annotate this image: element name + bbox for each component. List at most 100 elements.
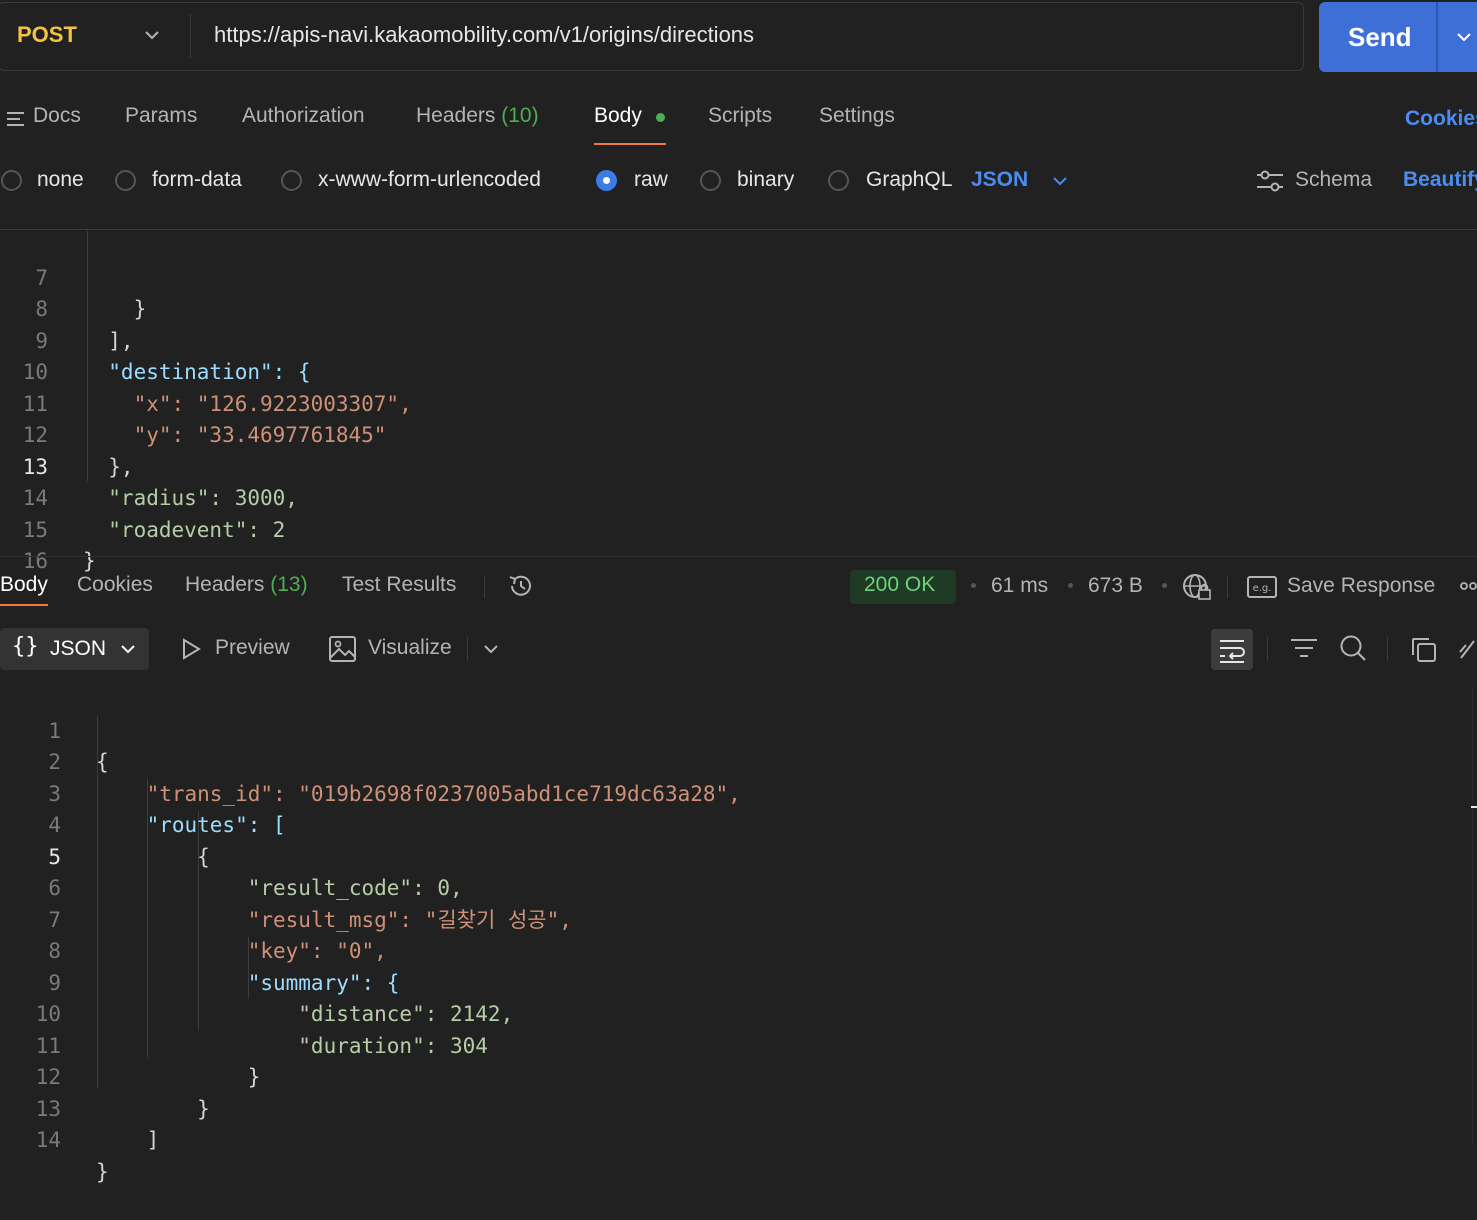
radio-form-data-label[interactable]: form-data bbox=[152, 168, 242, 192]
radio-binary[interactable] bbox=[700, 170, 721, 191]
tab-headers[interactable]: Headers (10) bbox=[416, 104, 539, 128]
send-options-chevron-icon[interactable] bbox=[1455, 28, 1473, 46]
radio-form-data[interactable] bbox=[115, 170, 136, 191]
code-line: 7 "key": "0", bbox=[0, 873, 1470, 964]
code-line: 8 "summary": { bbox=[0, 905, 1470, 995]
raw-format-select[interactable]: JSON bbox=[971, 168, 1028, 192]
code-text: } bbox=[96, 1159, 109, 1184]
code-line: 8 ], bbox=[0, 263, 1477, 353]
code-line: 10 "duration": 304 bbox=[0, 968, 1470, 1058]
radio-urlencoded[interactable] bbox=[281, 170, 302, 191]
schema-icon[interactable] bbox=[1256, 169, 1284, 193]
response-body-viewer[interactable]: 1 { 2 "trans_id": "019b2698f0237005abd1c… bbox=[0, 684, 1470, 1184]
code-line: 16 bbox=[0, 515, 1477, 573]
response-tab-body[interactable]: Body bbox=[0, 573, 48, 597]
section-divider bbox=[0, 229, 1477, 230]
meta-separator bbox=[1162, 583, 1167, 588]
code-line: 9 "destination": { bbox=[0, 294, 1477, 385]
tab-authorization[interactable]: Authorization bbox=[242, 104, 365, 128]
radio-none[interactable] bbox=[1, 170, 22, 191]
tab-params[interactable]: Params bbox=[125, 104, 197, 128]
code-line: 12 }, bbox=[0, 389, 1477, 479]
code-line: 13 "radius": 3000, bbox=[0, 420, 1477, 511]
radio-graphql-label[interactable]: GraphQL bbox=[866, 168, 952, 192]
scrollbar-track[interactable] bbox=[1472, 686, 1473, 1145]
response-tab-headers-count: (13) bbox=[270, 573, 308, 596]
chevron-down-icon[interactable] bbox=[143, 26, 161, 44]
code-line: 5 "result_code": 0, bbox=[0, 810, 1470, 901]
wrap-lines-icon[interactable] bbox=[1218, 636, 1246, 664]
response-tab-underline bbox=[0, 604, 48, 606]
search-icon[interactable] bbox=[1339, 634, 1367, 662]
copy-icon[interactable] bbox=[1410, 636, 1438, 664]
tab-settings[interactable]: Settings bbox=[819, 104, 895, 128]
tab-headers-count: (10) bbox=[501, 104, 539, 127]
schema-button[interactable]: Schema bbox=[1295, 168, 1372, 192]
code-line: 11 } bbox=[0, 999, 1470, 1090]
tab-body-underline bbox=[594, 143, 666, 145]
code-line: 10 "x": "126.9223003307", bbox=[0, 326, 1477, 416]
code-line: 3 "routes": [ bbox=[0, 747, 1470, 838]
tab-docs[interactable]: Docs bbox=[33, 104, 81, 128]
chevron-down-icon[interactable] bbox=[482, 640, 500, 658]
response-tab-headers[interactable]: Headers (13) bbox=[185, 573, 308, 597]
beautify-button[interactable]: Beautify bbox=[1403, 168, 1477, 192]
svg-text:e.g.: e.g. bbox=[1253, 583, 1272, 594]
send-button-label[interactable]: Send bbox=[1348, 22, 1412, 53]
radio-raw-label[interactable]: raw bbox=[634, 168, 668, 192]
chevron-down-icon[interactable] bbox=[1051, 172, 1069, 190]
tab-body[interactable]: Body bbox=[594, 104, 642, 128]
code-line: 2 "trans_id": "019b2698f0237005abd1ce719… bbox=[0, 716, 1470, 806]
radio-urlencoded-label[interactable]: x-www-form-urlencoded bbox=[318, 168, 541, 192]
code-line: 14 "roadevent": 2 bbox=[0, 452, 1477, 542]
response-tab-cookies[interactable]: Cookies bbox=[77, 573, 153, 597]
history-icon[interactable] bbox=[507, 572, 535, 600]
tab-headers-label: Headers bbox=[416, 104, 496, 127]
radio-graphql[interactable] bbox=[828, 170, 849, 191]
code-line: 6 "result_msg": "길찾기 성공", bbox=[0, 842, 1470, 932]
link-icon[interactable] bbox=[1458, 636, 1477, 664]
line-number: 14 bbox=[35, 1128, 61, 1152]
response-size[interactable]: 673 B bbox=[1088, 574, 1143, 598]
code-line: 7 } bbox=[0, 231, 1477, 322]
response-divider[interactable] bbox=[0, 556, 1477, 557]
response-tab-test-results[interactable]: Test Results bbox=[342, 573, 456, 597]
code-line: 4 { bbox=[0, 779, 1470, 869]
url-input[interactable]: https://apis-navi.kakaomobility.com/v1/o… bbox=[214, 22, 754, 48]
body-modified-dot bbox=[656, 113, 665, 122]
code-text: ] bbox=[96, 1128, 160, 1152]
divider bbox=[1387, 637, 1388, 661]
chevron-down-icon[interactable] bbox=[119, 640, 137, 658]
code-line: 9 "distance": 2142, bbox=[0, 936, 1470, 1027]
example-icon[interactable]: e.g. bbox=[1247, 575, 1277, 599]
filter-icon[interactable] bbox=[1290, 637, 1318, 661]
divider bbox=[1227, 576, 1228, 598]
code-line: 11 "y": "33.4697761845" bbox=[0, 357, 1477, 448]
tab-scripts[interactable]: Scripts bbox=[708, 104, 772, 128]
radio-binary-label[interactable]: binary bbox=[737, 168, 794, 192]
more-options-icon[interactable] bbox=[1460, 580, 1477, 592]
method-select[interactable]: POST bbox=[17, 22, 77, 48]
divider bbox=[484, 576, 485, 598]
cookies-link[interactable]: Cookies bbox=[1405, 107, 1477, 131]
response-tab-headers-label: Headers bbox=[185, 573, 265, 596]
image-icon[interactable] bbox=[329, 636, 356, 662]
response-format-label[interactable]: JSON bbox=[50, 637, 106, 661]
play-icon[interactable] bbox=[180, 638, 202, 660]
radio-raw[interactable] bbox=[596, 170, 617, 191]
network-globe-lock-icon[interactable] bbox=[1182, 573, 1212, 601]
scrollbar-marker[interactable] bbox=[1471, 806, 1477, 808]
url-divider bbox=[190, 14, 191, 58]
divider bbox=[467, 637, 468, 661]
save-response-button[interactable]: Save Response bbox=[1287, 574, 1435, 598]
request-body-editor[interactable]: 7 } 8 ], 9 "destination": { 10 "x": "126… bbox=[0, 231, 1477, 574]
radio-none-label[interactable]: none bbox=[37, 168, 84, 192]
code-line: 15 } bbox=[0, 483, 1477, 574]
visualize-button[interactable]: Visualize bbox=[368, 636, 452, 660]
status-code[interactable]: 200 OK bbox=[864, 573, 935, 597]
response-time[interactable]: 61 ms bbox=[991, 574, 1048, 598]
preview-button[interactable]: Preview bbox=[215, 636, 290, 660]
send-divider bbox=[1436, 2, 1438, 72]
meta-separator bbox=[1068, 583, 1073, 588]
braces-icon: {} bbox=[12, 634, 39, 659]
